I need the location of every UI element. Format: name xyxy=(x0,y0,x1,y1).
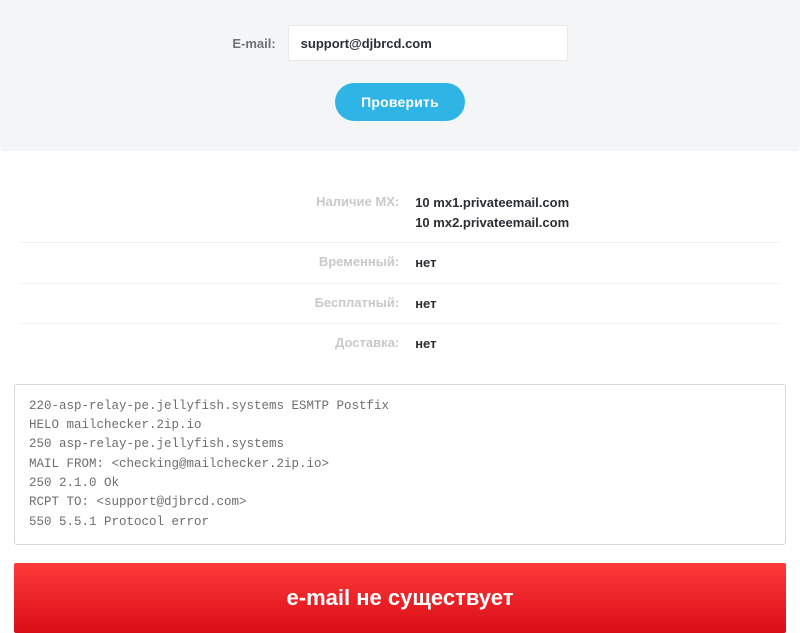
check-button[interactable]: Проверить xyxy=(335,83,465,121)
temporary-value: нет xyxy=(415,253,780,273)
mx-priority: 10 xyxy=(415,215,429,230)
email-input[interactable] xyxy=(288,25,568,61)
row-mx: Наличие MX: 10 mx1.privateemail.com 10 m… xyxy=(20,183,780,243)
email-label: E-mail: xyxy=(232,36,275,51)
mx-record: 10 mx1.privateemail.com xyxy=(415,193,780,213)
temporary-label: Временный: xyxy=(20,253,415,269)
row-temporary: Временный: нет xyxy=(20,243,780,284)
mx-host: mx1.privateemail.com xyxy=(433,195,569,210)
delivery-value: нет xyxy=(415,334,780,354)
check-form-panel: E-mail: Проверить xyxy=(0,0,800,151)
delivery-label: Доставка: xyxy=(20,334,415,350)
result-banner: e-mail не существует xyxy=(14,563,786,633)
row-delivery: Доставка: нет xyxy=(20,324,780,364)
email-row: E-mail: xyxy=(20,25,780,61)
smtp-log: 220-asp-relay-pe.jellyfish.systems ESMTP… xyxy=(14,384,786,546)
mx-label: Наличие MX: xyxy=(20,193,415,209)
free-value: нет xyxy=(415,294,780,314)
mx-record: 10 mx2.privateemail.com xyxy=(415,213,780,233)
mx-host: mx2.privateemail.com xyxy=(433,215,569,230)
mx-value: 10 mx1.privateemail.com 10 mx2.privateem… xyxy=(415,193,780,232)
row-free: Бесплатный: нет xyxy=(20,284,780,325)
mx-priority: 10 xyxy=(415,195,429,210)
free-label: Бесплатный: xyxy=(20,294,415,310)
results-table: Наличие MX: 10 mx1.privateemail.com 10 m… xyxy=(0,183,800,364)
button-row: Проверить xyxy=(20,83,780,121)
